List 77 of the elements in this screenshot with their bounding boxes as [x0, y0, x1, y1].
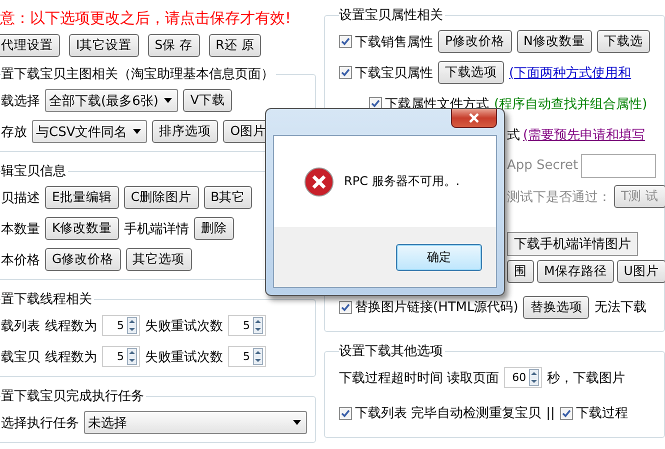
- group-title: 设置下载其他选项: [339, 343, 444, 360]
- dropdown[interactable]: 与CSV文件同名: [32, 120, 148, 143]
- option-button[interactable]: 围: [507, 260, 534, 283]
- checkbox[interactable]: 替换图片链接(HTML源代码): [339, 298, 518, 316]
- caret-icon: [164, 98, 172, 103]
- option-button[interactable]: 其它选项: [126, 248, 192, 271]
- option-button[interactable]: 下载选: [596, 30, 650, 53]
- toolbar-button[interactable]: R还 原: [208, 34, 262, 57]
- error-message: RPC 服务器不可用。.: [344, 173, 460, 190]
- field-label: 失败重试次数: [145, 348, 223, 366]
- check-icon: [562, 408, 571, 418]
- check-icon: [371, 99, 380, 108]
- number-spinner[interactable]: 60: [504, 367, 542, 388]
- number-spinner[interactable]: 5: [102, 346, 140, 367]
- field-label: 载选择: [1, 92, 40, 110]
- group-title: 置下载宝贝主图相关（淘宝助理基本信息页面）: [1, 66, 275, 83]
- option-button[interactable]: C删除图片: [124, 186, 199, 209]
- dropdown[interactable]: 未选择: [84, 411, 307, 434]
- field-label: 载列表: [1, 318, 40, 334]
- field-label: 载宝贝: [1, 348, 40, 366]
- field-label: 式: [507, 126, 520, 144]
- caret-icon: [293, 420, 301, 425]
- field-label: 线程数为: [45, 318, 97, 334]
- field-label: 秒，下载图片: [547, 370, 626, 386]
- error-icon: [304, 166, 334, 196]
- close-icon: [468, 113, 480, 123]
- option-button[interactable]: E批量编辑: [45, 186, 119, 209]
- field-label: 选择执行任务: [1, 414, 79, 432]
- check-icon: [341, 408, 350, 418]
- field-label: 本价格: [1, 252, 40, 268]
- caret-icon: [133, 129, 142, 134]
- group-title: 置下载线程相关: [1, 291, 93, 308]
- close-button[interactable]: [451, 109, 497, 128]
- checkbox[interactable]: 下载宝贝属性: [339, 64, 433, 82]
- toolbar-button[interactable]: I其它设置: [69, 34, 139, 57]
- toolbar-button[interactable]: 代理设置: [0, 34, 60, 57]
- option-button[interactable]: G修改价格: [45, 248, 121, 271]
- help-link[interactable]: (下面两种方式使用和: [509, 64, 632, 82]
- number-spinner[interactable]: 5: [228, 315, 266, 336]
- checkbox[interactable]: 下载列表 完毕自动检测重复宝贝: [339, 404, 542, 422]
- group-title: 辑宝贝信息: [1, 163, 67, 180]
- option-button[interactable]: P修改价格: [438, 30, 512, 53]
- dropdown[interactable]: 全部下载(最多6张): [45, 89, 178, 112]
- number-spinner[interactable]: 5: [102, 315, 140, 336]
- checkbox[interactable]: 下载过程: [560, 404, 628, 422]
- option-button[interactable]: B其它: [204, 186, 252, 209]
- field-label: 失败重试次数: [145, 318, 223, 334]
- tab[interactable]: 下载手机端详情图片: [507, 232, 638, 256]
- field-label: 手机端详情: [124, 220, 190, 238]
- option-button[interactable]: 排序选项: [152, 120, 218, 143]
- field-label: 无法下载: [594, 299, 646, 316]
- toolbar-button[interactable]: S保 存: [148, 34, 200, 57]
- option-button[interactable]: 替换选项: [523, 296, 590, 318]
- field-label: 线程数为: [45, 348, 97, 366]
- check-icon: [341, 302, 350, 312]
- checkbox[interactable]: 下载销售属性: [339, 32, 433, 50]
- check-icon: [341, 37, 350, 46]
- field-label: 本数量: [1, 220, 40, 238]
- help-link[interactable]: (需要预先申请和填写: [523, 126, 646, 144]
- option-button[interactable]: 删除: [194, 217, 234, 240]
- field-label: 贝描述: [1, 190, 40, 206]
- number-spinner[interactable]: 5: [228, 346, 266, 367]
- text-field[interactable]: [581, 154, 656, 178]
- option-button[interactable]: K修改数量: [45, 217, 120, 240]
- field-label: 存放: [1, 124, 27, 140]
- field-label: 下载过程超时时间 读取页面: [339, 370, 500, 386]
- option-button[interactable]: 下载选项: [438, 61, 504, 84]
- option-button[interactable]: U图片: [616, 260, 665, 283]
- check-icon: [341, 68, 350, 77]
- field-label: ||: [546, 406, 555, 420]
- group-title: 置下载宝贝完成执行任务: [1, 388, 145, 405]
- option-button[interactable]: N修改数量: [516, 30, 592, 53]
- option-button[interactable]: M保存路径: [537, 260, 614, 283]
- group-title: 设置宝贝属性相关: [339, 7, 444, 24]
- option-button[interactable]: V下载: [183, 89, 232, 112]
- warning-text: 意：以下选项更改之后，请点击保存才有效!: [0, 8, 292, 28]
- ok-button[interactable]: 确定: [396, 244, 482, 270]
